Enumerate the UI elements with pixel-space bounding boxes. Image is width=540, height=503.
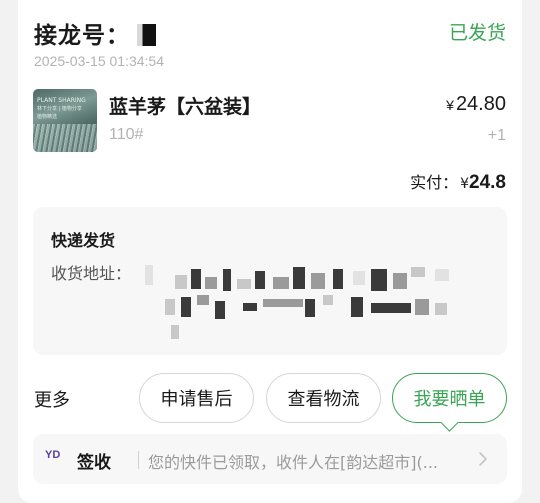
redacted-address — [145, 259, 475, 343]
shipping-info-box: 快递发货 收货地址： — [33, 207, 507, 355]
order-status: 已发货 — [448, 22, 506, 44]
yunda-logo-icon: YD — [45, 449, 71, 469]
product-name[interactable]: 蓝羊茅【六盆装】 — [109, 92, 261, 119]
product-quantity: +1 — [487, 127, 506, 144]
thumb-caption: PLANT SHARING — [37, 97, 86, 104]
product-thumbnail[interactable]: PLANT SHARING 林下分享 | 植物分享 植物精选 — [33, 89, 97, 152]
paid-value: 24.8 — [469, 172, 506, 193]
view-logistics-button[interactable]: 查看物流 — [266, 373, 381, 423]
order-card: 接龙号： 已发货 2025-03-15 01:34:54 PLANT SHARI… — [18, 0, 522, 503]
redacted-jielong-number — [137, 24, 156, 46]
thumb-subcaption: 林下分享 | 植物分享 — [37, 106, 82, 112]
paid-amount: 实付： ¥24.8 — [410, 169, 506, 194]
price-currency: ¥ — [446, 97, 454, 113]
jielong-number-label: 接龙号： — [34, 23, 130, 49]
more-actions[interactable]: 更多 — [34, 386, 70, 412]
paid-currency: ¥ — [460, 176, 470, 192]
product-price: ¥24.80 — [446, 93, 506, 116]
tracking-divider — [138, 451, 139, 469]
after-sale-button[interactable]: 申请售后 — [139, 373, 254, 423]
carrier-logo-text: YD — [45, 449, 61, 461]
thumb-tag: 植物精选 — [37, 114, 58, 120]
address-label: 收货地址： — [51, 264, 132, 283]
tracking-status-label: 签收 — [77, 453, 111, 473]
tracking-bar[interactable]: YD 签收 您的快件已领取，收件人在[韵达超市](... — [33, 434, 507, 484]
order-timestamp: 2025-03-15 01:34:54 — [34, 53, 164, 69]
tracking-message: 您的快件已领取，收件人在[韵达超市](... — [148, 453, 438, 472]
product-sku: 110# — [109, 126, 144, 143]
price-value: 24.80 — [455, 93, 506, 115]
shipping-method: 快递发货 — [51, 231, 116, 250]
share-review-button[interactable]: 我要晒单 — [392, 373, 507, 423]
paid-label: 实付： — [410, 173, 459, 192]
chevron-right-icon[interactable] — [475, 451, 491, 467]
thumb-grass-image — [33, 124, 97, 152]
